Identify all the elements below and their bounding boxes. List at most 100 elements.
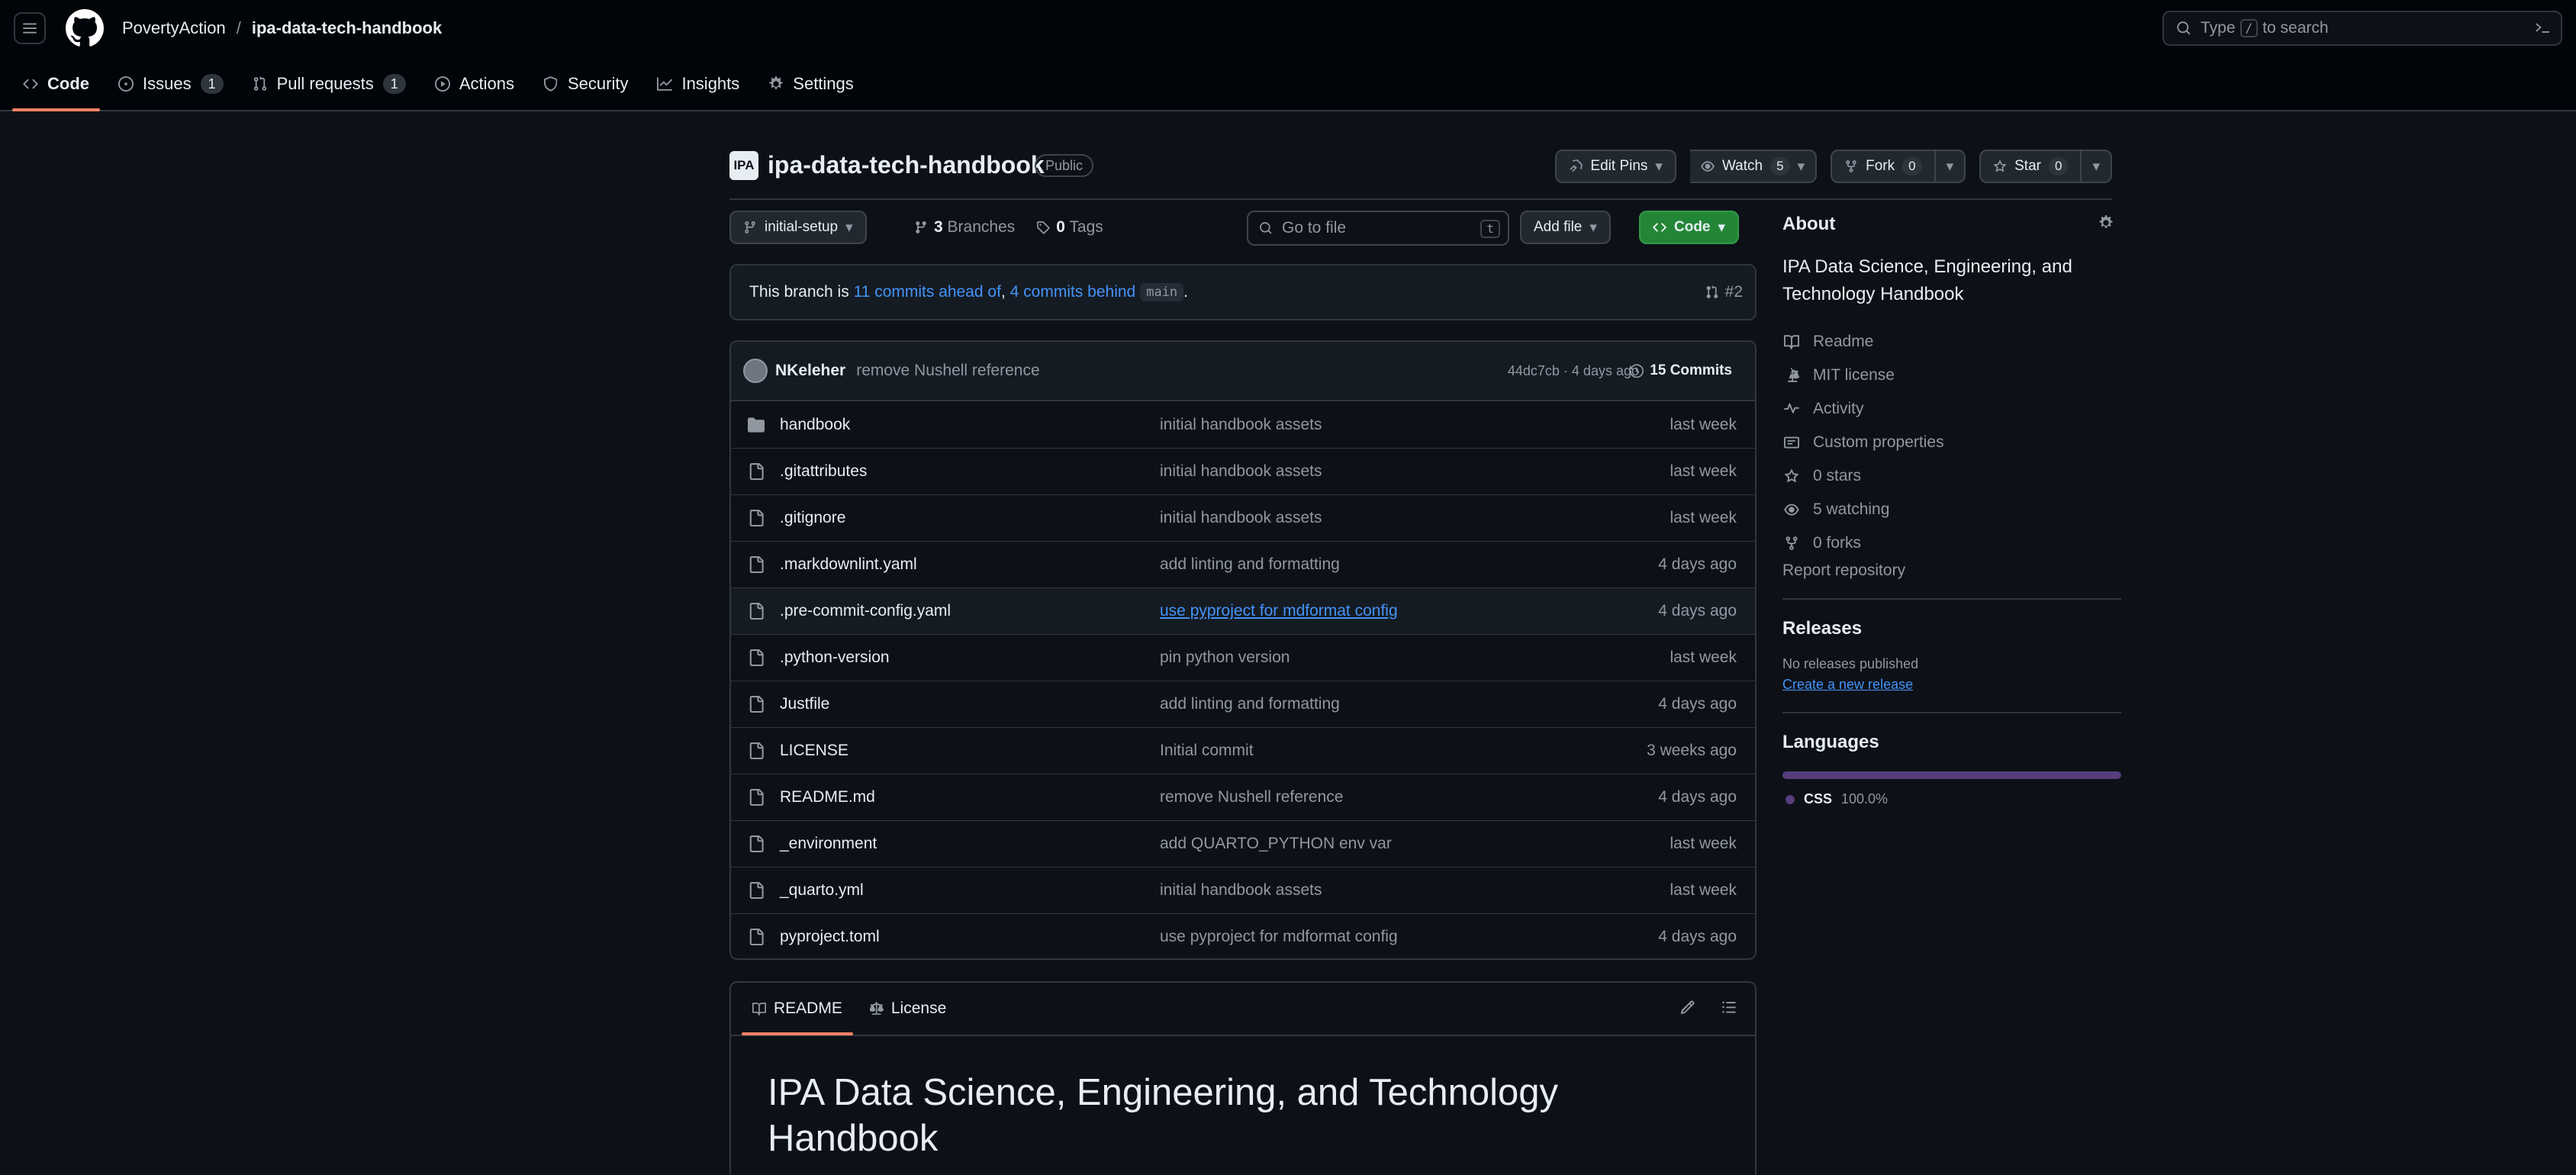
search-input[interactable]: Type / to search [2162,11,2562,46]
commits-ahead-link[interactable]: 11 commits ahead of [854,283,1001,301]
code-button[interactable]: Code ▾ [1639,211,1740,244]
table-row[interactable]: .pre-commit-config.yaml use pyproject for… [731,588,1755,634]
file-commit-message[interactable]: use pyproject for mdformat config [1160,928,1398,946]
tab-code-label: Code [47,74,89,93]
table-row[interactable]: .markdownlint.yaml add linting and format… [731,541,1755,588]
file-name-link[interactable]: _environment [780,835,877,853]
table-row[interactable]: LICENSE Initial commit 3 weeks ago [731,727,1755,774]
file-name-link[interactable]: LICENSE [780,742,848,760]
file-commit-message[interactable]: initial handbook assets [1160,881,1322,900]
menu-button[interactable] [14,12,46,44]
commit-author[interactable]: NKeleher [775,362,845,380]
branches-link[interactable]: 3 Branches [914,218,1015,237]
table-row[interactable]: .python-version pin python version last we… [731,634,1755,681]
table-row[interactable]: pyproject.toml use pyproject for mdformat… [731,913,1755,958]
file-name-link[interactable]: .gitattributes [780,462,867,481]
file-commit-message[interactable]: add linting and formatting [1160,555,1340,574]
report-repository-link[interactable]: Report repository [1782,562,1905,579]
add-file-button[interactable]: Add file ▾ [1520,211,1611,244]
file-commit-message[interactable]: add QUARTO_PYTHON env var [1160,835,1392,853]
table-row[interactable]: _environment add QUARTO_PYTHON env var las… [731,820,1755,867]
go-to-file-input[interactable]: Go to file t [1247,211,1509,246]
file-commit-message[interactable]: initial handbook assets [1160,416,1322,434]
edit-pins-button[interactable]: Edit Pins ▾ [1555,150,1676,183]
list-outline-icon[interactable] [1721,1000,1737,1015]
tab-insights[interactable]: Insights [645,66,752,102]
create-release-link[interactable]: Create a new release [1782,677,1913,693]
tab-code[interactable]: Code [11,66,101,111]
file-commit-message[interactable]: initial handbook assets [1160,462,1322,481]
commit-message[interactable]: remove Nushell reference [856,362,1039,380]
tab-issues[interactable]: Issues 1 [106,66,236,102]
fork-icon [1846,160,1856,172]
watch-button[interactable]: Watch 5 ▾ [1689,150,1818,183]
file-icon [748,696,765,713]
file-name-link[interactable]: .pre-commit-config.yaml [780,602,951,620]
file-name-link[interactable]: _quarto.yml [780,881,864,900]
file-commit-message[interactable]: pin python version [1160,649,1290,667]
about-item-mit-license[interactable]: MIT license [1782,359,2121,392]
tab-settings[interactable]: Settings [756,66,866,102]
gear-icon[interactable] [2098,215,2114,230]
tab-pull-requests[interactable]: Pull requests 1 [240,66,418,102]
file-commit-message[interactable]: add linting and formatting [1160,695,1340,713]
about-item-0-stars[interactable]: 0 stars [1782,459,2121,493]
branches-count: 3 [934,218,943,236]
file-name-link[interactable]: Justfile [780,695,829,713]
table-row[interactable]: .gitignore initial handbook assets last we… [731,494,1755,541]
table-row[interactable]: handbook initial handbook assets last week [731,401,1755,448]
tab-license[interactable]: License [859,989,957,1029]
repo-name[interactable]: ipa-data-tech-handbook [768,150,1045,180]
github-logo-icon[interactable] [66,9,104,47]
tab-readme[interactable]: README [742,989,853,1035]
tab-insights-label: Insights [681,74,740,93]
table-row[interactable]: .gitattributes initial handbook assets las… [731,448,1755,494]
releases-title[interactable]: Releases [1782,618,2121,639]
about-item-0-forks[interactable]: 0 forks [1782,526,2121,560]
tab-security[interactable]: Security [531,66,640,102]
hamburger-icon [23,23,37,34]
avatar[interactable] [743,359,768,383]
owner-link[interactable]: PovertyAction [122,17,226,40]
about-item-readme[interactable]: Readme [1782,325,2121,359]
file-name-link[interactable]: .gitignore [780,509,845,527]
file-icon [748,789,765,806]
file-commit-message[interactable]: initial handbook assets [1160,509,1322,527]
file-icon [748,929,765,945]
tab-actions[interactable]: Actions [423,66,526,102]
fork-options-button[interactable]: ▾ [1935,150,1966,183]
table-row[interactable]: _quarto.yml initial handbook assets last w… [731,867,1755,913]
star-lists-button[interactable]: ▾ [2082,150,2112,183]
branch-select-button[interactable]: initial-setup ▾ [729,211,867,244]
commits-history-link[interactable]: 15 Commits [1630,362,1732,379]
about-item-custom-properties[interactable]: Custom properties [1782,426,2121,459]
file-name-link[interactable]: .markdownlint.yaml [780,555,917,574]
file-commit-message[interactable]: remove Nushell reference [1160,788,1343,806]
file-commit-message[interactable]: use pyproject for mdformat config [1160,602,1398,620]
command-palette-icon[interactable] [2535,20,2550,35]
file-name-link[interactable]: handbook [780,416,850,434]
pull-request-link[interactable]: #2 [1705,283,1743,301]
star-icon [1784,468,1799,483]
table-row[interactable]: Justfile add linting and formatting 4 days… [731,681,1755,727]
about-item-activity[interactable]: Activity [1782,392,2121,426]
fork-button[interactable]: Fork 0 [1831,150,1936,183]
table-row[interactable]: README.md remove Nushell reference 4 days … [731,774,1755,820]
file-commit-message[interactable]: Initial commit [1160,742,1254,760]
file-name-link[interactable]: .python-version [780,649,890,667]
file-name-link[interactable]: pyproject.toml [780,928,880,946]
language-item[interactable]: CSS 100.0% [1782,791,2121,807]
repo-link[interactable]: ipa-data-tech-handbook [252,17,442,40]
about-item-label: MIT license [1813,366,1895,384]
tags-link[interactable]: 0 Tags [1036,218,1103,237]
about-item-5-watching[interactable]: 5 watching [1782,493,2121,526]
commit-meta[interactable]: 44dc7cb · 4 days ago [1508,363,1639,379]
star-button[interactable]: Star 0 [1979,150,2082,183]
commits-behind-link[interactable]: 4 commits behind [1010,283,1136,301]
repo-owner-avatar[interactable]: IPA [729,151,758,180]
watch-count: 5 [1770,157,1790,175]
law-icon [869,1002,884,1015]
pencil-icon[interactable] [1680,1000,1695,1015]
tags-count: 0 [1056,218,1065,236]
file-name-link[interactable]: README.md [780,788,875,806]
